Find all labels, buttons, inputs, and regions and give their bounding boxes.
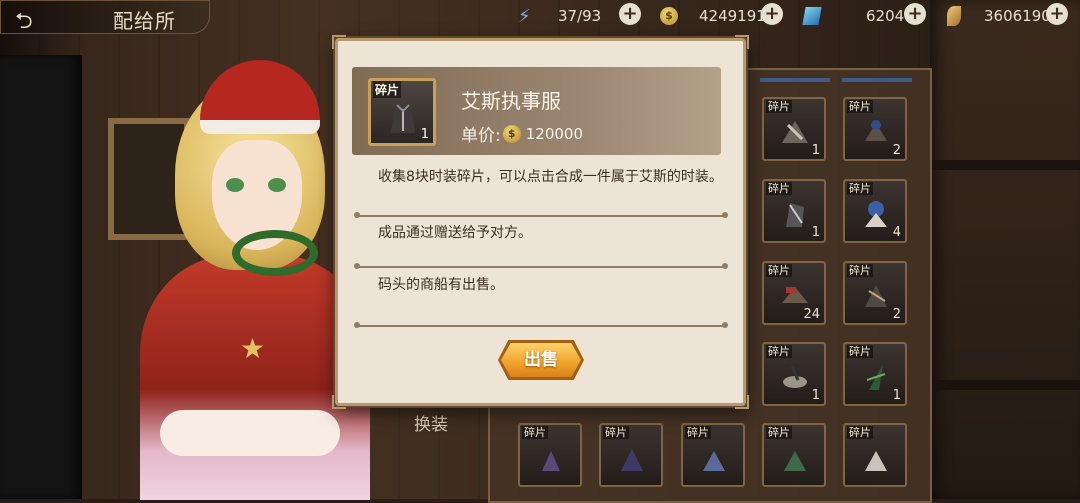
item-description: 收集8块时装碎片，可以点击合成一件属于艾斯的时装。 xyxy=(378,169,723,185)
fragment-art-icon xyxy=(865,120,887,141)
inventory-column-marker xyxy=(760,78,830,82)
add-energy-button[interactable]: + xyxy=(619,3,641,25)
slot-quantity: 4 xyxy=(892,225,901,240)
star-ornament-icon: ★ xyxy=(240,332,266,365)
item-gift-note: 成品通过赠送给予对方。 xyxy=(378,225,532,241)
divider xyxy=(354,212,728,218)
slot-fragment-tag: 碎片 xyxy=(847,100,873,113)
back-arrow-icon: ⮌ xyxy=(15,9,33,34)
character-arm xyxy=(160,410,340,456)
add-gem-button[interactable]: + xyxy=(904,3,926,25)
item-icon: 碎片 1 xyxy=(368,78,436,146)
character-eye xyxy=(226,178,244,192)
back-button[interactable]: ⮌ 配给所 xyxy=(0,0,210,34)
inventory-slot[interactable]: 碎片 xyxy=(762,423,826,487)
gold-coin-icon: $ xyxy=(660,7,678,25)
sell-button[interactable]: 出售 xyxy=(501,343,581,377)
wooden-shelf xyxy=(930,0,1080,499)
slot-fragment-tag: 碎片 xyxy=(522,426,548,439)
slot-fragment-tag: 碎片 xyxy=(766,100,792,113)
santa-hat xyxy=(200,60,320,134)
energy-value: 37/93 xyxy=(558,7,602,25)
slot-fragment-tag: 碎片 xyxy=(766,426,792,439)
gold-value: 4249191 xyxy=(699,7,766,25)
leaf-material-icon xyxy=(947,6,961,26)
slot-quantity: 1 xyxy=(892,388,901,403)
inventory-slot[interactable]: 碎片 1 xyxy=(843,342,907,406)
slot-quantity: 1 xyxy=(811,388,820,403)
neck-wreath xyxy=(232,230,318,276)
butler-outfit-icon xyxy=(391,103,415,133)
dialog-corner-ornament xyxy=(735,35,749,49)
inventory-slot[interactable]: 碎片 24 xyxy=(762,261,826,325)
slot-fragment-tag: 碎片 xyxy=(847,264,873,277)
doorway-shadow xyxy=(0,55,82,499)
divider xyxy=(354,263,728,269)
inventory-slot[interactable]: 碎片 4 xyxy=(843,179,907,243)
material-value: 3606190 xyxy=(984,7,1051,25)
fragment-art-icon xyxy=(782,121,808,143)
slot-fragment-tag: 碎片 xyxy=(685,426,711,439)
divider xyxy=(354,322,728,328)
inventory-slot[interactable]: 碎片 2 xyxy=(843,261,907,325)
gem-icon xyxy=(802,7,822,25)
add-material-button[interactable]: + xyxy=(1046,3,1068,25)
swap-outfit-button[interactable]: 换装 xyxy=(414,410,448,435)
gold-coin-icon: $ xyxy=(502,124,521,143)
slot-fragment-tag: 碎片 xyxy=(847,426,873,439)
inventory-slot[interactable]: 碎片 2 xyxy=(843,97,907,161)
slot-fragment-tag: 碎片 xyxy=(847,345,873,358)
price-value: 120000 xyxy=(525,124,583,143)
slot-fragment-tag: 碎片 xyxy=(766,182,792,195)
item-detail-dialog: 碎片 1 艾斯执事服 单价: $ 120000 收集8块时装碎片，可以点击合成一… xyxy=(332,35,749,409)
fragment-art-icon xyxy=(784,451,806,471)
gold-resource: $ xyxy=(660,3,678,29)
slot-fragment-tag: 碎片 xyxy=(766,264,792,277)
inventory-slot[interactable]: 碎片 xyxy=(843,423,907,487)
fragment-art-icon xyxy=(865,201,887,227)
slot-quantity: 24 xyxy=(803,307,820,322)
unit-price: 单价: $ 120000 xyxy=(461,121,583,146)
inventory-slot[interactable]: 碎片 xyxy=(518,423,582,487)
item-source-note: 码头的商船有出售。 xyxy=(378,277,504,293)
fragment-art-icon xyxy=(786,203,804,227)
energy-resource: ⚡ xyxy=(518,3,531,29)
item-quantity: 1 xyxy=(420,127,429,142)
fragment-art-icon xyxy=(542,451,560,471)
fragment-art-icon xyxy=(865,451,887,471)
fragment-art-icon xyxy=(703,451,725,471)
dialog-corner-ornament xyxy=(332,395,346,409)
lightning-icon: ⚡ xyxy=(518,5,531,27)
material-resource xyxy=(947,3,961,29)
price-label: 单价: xyxy=(461,126,501,146)
slot-fragment-tag: 碎片 xyxy=(603,426,629,439)
slot-fragment-tag: 碎片 xyxy=(766,345,792,358)
gem-resource xyxy=(802,3,822,29)
fragment-art-icon xyxy=(865,285,887,307)
item-name: 艾斯执事服 xyxy=(461,89,561,113)
fragment-art-icon xyxy=(866,364,886,390)
gem-value: 6204 xyxy=(866,7,905,25)
slot-quantity: 1 xyxy=(811,143,820,158)
item-fragment-tag: 碎片 xyxy=(373,81,402,98)
inventory-slot[interactable]: 碎片 1 xyxy=(762,97,826,161)
slot-quantity: 2 xyxy=(892,143,901,158)
slot-fragment-tag: 碎片 xyxy=(847,182,873,195)
inventory-column-marker xyxy=(842,78,912,82)
slot-quantity: 1 xyxy=(811,225,820,240)
page-title: 配给所 xyxy=(113,9,176,33)
inventory-slot[interactable]: 碎片 1 xyxy=(762,342,826,406)
inventory-slot[interactable]: 碎片 xyxy=(681,423,745,487)
character-eye xyxy=(268,178,286,192)
fragment-art-icon xyxy=(783,365,807,388)
inventory-slot[interactable]: 碎片 xyxy=(599,423,663,487)
dialog-corner-ornament xyxy=(332,35,346,49)
slot-quantity: 2 xyxy=(892,307,901,322)
dialog-corner-ornament xyxy=(735,395,749,409)
fragment-art-icon xyxy=(621,449,643,471)
add-gold-button[interactable]: + xyxy=(761,3,783,25)
inventory-slot[interactable]: 碎片 1 xyxy=(762,179,826,243)
